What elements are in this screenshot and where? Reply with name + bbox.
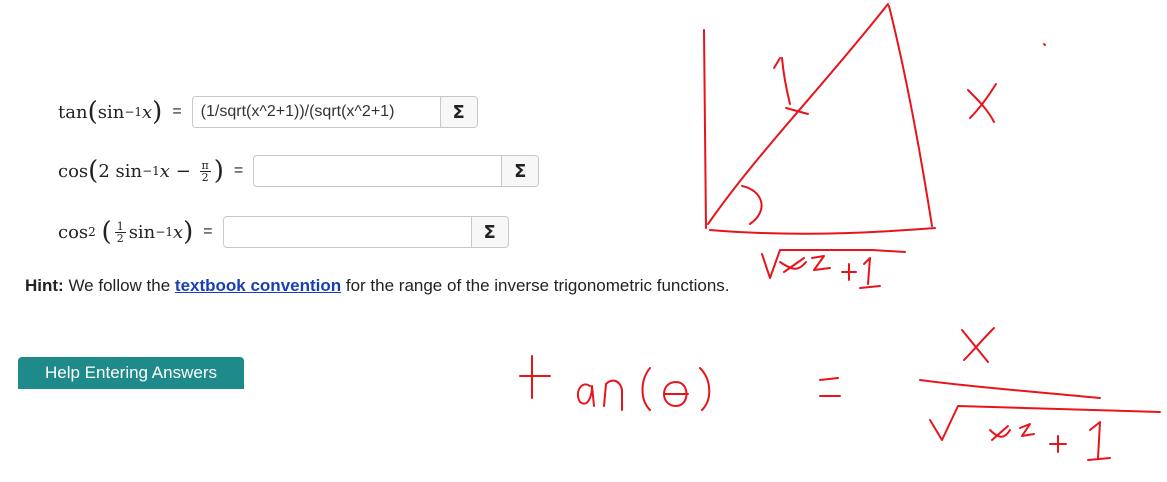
triangle-base (709, 227, 936, 235)
numerator-x (961, 327, 995, 363)
triangle-hypotenuse (707, 3, 889, 225)
label-x-stroke2 (969, 83, 997, 119)
tan-t (519, 355, 551, 399)
tan-a (576, 383, 595, 407)
paren-close (699, 367, 711, 411)
theta (663, 381, 689, 407)
triangle-vertical-side (703, 29, 707, 229)
handwritten-annotation (519, 3, 1161, 461)
angle-arc (741, 185, 763, 225)
sqrt-sign (929, 405, 1161, 441)
label-one (773, 57, 791, 105)
triangle-right-side (888, 5, 933, 227)
tan-n (603, 379, 623, 411)
equals-1 (819, 377, 841, 397)
fraction-bar (919, 379, 1101, 399)
paren-open (641, 367, 651, 411)
